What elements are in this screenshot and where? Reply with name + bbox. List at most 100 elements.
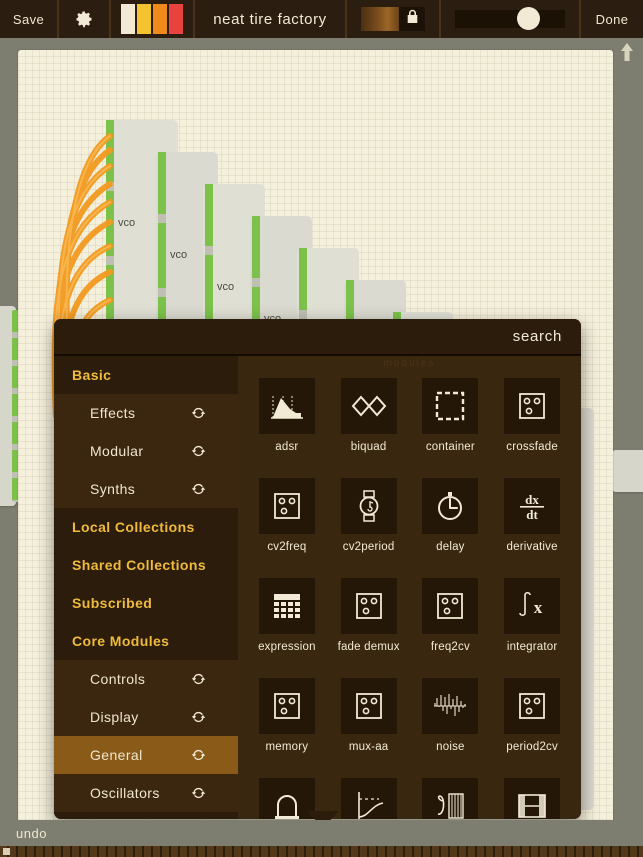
grid-scrolled-label: modules bbox=[383, 358, 436, 369]
sidebar-item-label: Synths bbox=[90, 481, 136, 497]
sidebar-item-synths[interactable]: Synths bbox=[54, 470, 238, 508]
category-sidebar[interactable]: Basic Effects Modular Synths Local Collectio… bbox=[54, 356, 238, 819]
module-item-label: crossfade bbox=[506, 441, 558, 453]
module-item[interactable] bbox=[328, 770, 410, 819]
value-slider-group[interactable] bbox=[441, 7, 579, 30]
color-swatch-group[interactable] bbox=[111, 0, 193, 38]
save-button[interactable]: Save bbox=[0, 0, 57, 38]
noise-waveform-icon bbox=[422, 678, 479, 734]
sidebar-item-label: General bbox=[90, 747, 143, 763]
module-item[interactable] bbox=[410, 770, 492, 819]
module-item-cv2period[interactable]: cv2period bbox=[328, 470, 410, 570]
svg-text:x: x bbox=[534, 598, 543, 617]
module-item-label: container bbox=[425, 441, 475, 453]
undo-button[interactable]: undo bbox=[16, 826, 47, 841]
sidebar-item-modular[interactable]: Modular bbox=[54, 432, 238, 470]
sidebar-item-display[interactable]: Display bbox=[54, 698, 238, 736]
port-label: vco bbox=[118, 217, 135, 229]
desk-background: vco vco vco vco vco search BasicEffectsM… bbox=[0, 38, 643, 857]
right-edge-module[interactable] bbox=[612, 450, 643, 492]
sidebar-item-effects[interactable]: Effects bbox=[54, 394, 238, 432]
sync-icon bbox=[191, 787, 206, 799]
color-lock-group[interactable] bbox=[347, 7, 439, 31]
sidebar-item-label: Oscillators bbox=[90, 785, 160, 801]
module-item-label: biquad bbox=[350, 441, 387, 453]
sidebar-item-oscillators[interactable]: Oscillators bbox=[54, 774, 238, 812]
settings-button[interactable] bbox=[59, 0, 109, 38]
sidebar-item-controls[interactable]: Controls bbox=[54, 660, 238, 698]
top-toolbar: Save neat tire factory Done bbox=[0, 0, 643, 38]
stopwatch-icon bbox=[422, 478, 479, 534]
module-item-biquad[interactable]: biquad bbox=[328, 370, 410, 470]
adsr-envelope-icon bbox=[258, 378, 315, 434]
module-item-label: derivative bbox=[506, 541, 558, 553]
module-item-mux-aa[interactable]: mux-aa bbox=[328, 670, 410, 770]
module-item-memory[interactable]: memory bbox=[246, 670, 328, 770]
module-item-label: delay bbox=[436, 541, 465, 553]
module-item-integrator[interactable]: x integrator bbox=[491, 570, 573, 670]
sidebar-item-label: Modular bbox=[90, 443, 144, 459]
module-item-label: adsr bbox=[275, 441, 299, 453]
lock-toggle-button[interactable] bbox=[399, 7, 425, 31]
module-grid-scroll[interactable]: modules adsr biquad container crossfade cv2f… bbox=[238, 356, 581, 819]
sync-icon bbox=[191, 711, 206, 723]
color-swatch-1[interactable] bbox=[137, 4, 151, 34]
dx-dt-icon: dx dt bbox=[504, 478, 561, 534]
module-item-period2cv[interactable]: period2cv bbox=[491, 670, 573, 770]
color-gradient-preview[interactable] bbox=[361, 7, 399, 31]
wristwatch-icon bbox=[340, 478, 397, 534]
three-dot-box-icon bbox=[258, 678, 315, 734]
search-input[interactable]: search bbox=[513, 328, 581, 345]
sequencer-icon bbox=[422, 778, 479, 819]
color-swatch-2[interactable] bbox=[153, 4, 167, 34]
container-dashed-square-icon bbox=[422, 378, 479, 434]
sidebar-item-label: Subscribed bbox=[72, 595, 153, 611]
sidebar-item-core-modules[interactable]: Core Modules bbox=[54, 622, 238, 660]
module-item[interactable] bbox=[491, 770, 573, 819]
module-item-container[interactable]: container bbox=[410, 370, 492, 470]
module-item-noise[interactable]: noise bbox=[410, 670, 492, 770]
project-title[interactable]: neat tire factory bbox=[195, 11, 345, 28]
panel-header: search bbox=[54, 319, 581, 356]
module-grid[interactable]: adsr biquad container crossfade cv2freq cv2pe… bbox=[238, 370, 581, 819]
module-browser-panel: search Basic Effects Modular Synths Local Co… bbox=[54, 319, 581, 819]
sync-icon bbox=[191, 483, 206, 495]
module-item-label: expression bbox=[258, 641, 316, 653]
module-item-expression[interactable]: expression bbox=[246, 570, 328, 670]
keypad-grid-icon bbox=[258, 578, 315, 634]
module-item-delay[interactable]: delay bbox=[410, 470, 492, 570]
module-item-label: period2cv bbox=[506, 741, 558, 753]
value-slider[interactable] bbox=[455, 7, 565, 30]
sidebar-item-local-collections[interactable]: Local Collections bbox=[54, 508, 238, 546]
done-button[interactable]: Done bbox=[581, 0, 643, 38]
module-item-label: freq2cv bbox=[430, 641, 470, 653]
slider-knob[interactable] bbox=[516, 7, 540, 30]
module-item-cv2freq[interactable]: cv2freq bbox=[246, 470, 328, 570]
module-item-label: cv2freq bbox=[267, 541, 307, 553]
module-item-freq2cv[interactable]: freq2cv bbox=[410, 570, 492, 670]
sidebar-item-general[interactable]: General bbox=[54, 736, 238, 774]
port-label: vco bbox=[217, 281, 234, 293]
scroll-up-button[interactable] bbox=[619, 42, 635, 67]
color-swatch-3[interactable] bbox=[169, 4, 183, 34]
sidebar-item-basic[interactable]: Basic bbox=[54, 356, 238, 394]
module-item-label: mux-aa bbox=[348, 741, 389, 753]
sidebar-item-shared-collections[interactable]: Shared Collections bbox=[54, 546, 238, 584]
sidebar-item-subscribed[interactable]: Subscribed bbox=[54, 584, 238, 622]
lock-icon bbox=[406, 9, 419, 29]
three-dot-box-icon bbox=[504, 678, 561, 734]
gear-icon bbox=[74, 9, 94, 29]
integral-x-icon: x bbox=[504, 578, 561, 634]
module-item-label: integrator bbox=[506, 641, 558, 653]
module-item-adsr[interactable]: adsr bbox=[246, 370, 328, 470]
sidebar-item-label: Basic bbox=[72, 367, 112, 383]
module-item-crossfade[interactable]: crossfade bbox=[491, 370, 573, 470]
module-item-label: noise bbox=[436, 741, 465, 753]
three-dot-box-icon bbox=[258, 478, 315, 534]
color-swatch-0[interactable] bbox=[121, 4, 135, 34]
module-item-derivative[interactable]: dx dt derivative bbox=[491, 470, 573, 570]
biquad-diamonds-icon bbox=[340, 378, 397, 434]
module-item-fade-demux[interactable]: fade demux bbox=[328, 570, 410, 670]
sidebar-item-label: Core Modules bbox=[72, 633, 170, 649]
sidebar-item-label: Controls bbox=[90, 671, 146, 687]
